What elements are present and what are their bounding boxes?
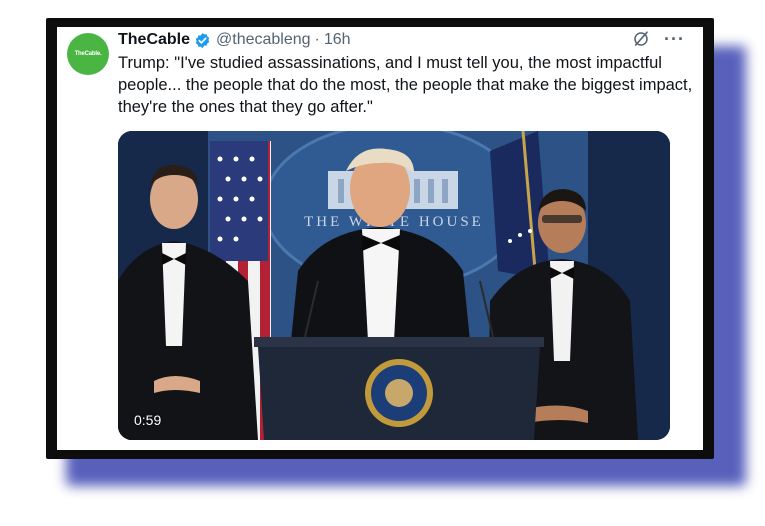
tweet-header: TheCable @thecableng · 16h ··· xyxy=(118,30,693,50)
separator-dot: · xyxy=(314,31,320,48)
tweet-card: TheCable. TheCable @thecableng · 16h ···… xyxy=(57,27,703,450)
tweet-text: Trump: "I've studied assassinations, and… xyxy=(118,54,693,116)
handle[interactable]: @thecableng xyxy=(216,31,311,49)
header-actions: ··· xyxy=(632,30,685,48)
display-name[interactable]: TheCable xyxy=(118,31,190,49)
avatar[interactable]: TheCable. xyxy=(67,33,109,75)
video-duration: 0:59 xyxy=(134,412,162,428)
timestamp[interactable]: 16h xyxy=(324,31,351,49)
grok-icon[interactable] xyxy=(632,30,650,48)
more-icon[interactable]: ··· xyxy=(664,30,685,48)
avatar-text: TheCable. xyxy=(74,51,102,57)
video-frame: THE WHITE HOUSE xyxy=(118,131,670,440)
video-player[interactable]: THE WHITE HOUSE xyxy=(118,131,670,440)
verified-badge-icon xyxy=(195,32,210,48)
